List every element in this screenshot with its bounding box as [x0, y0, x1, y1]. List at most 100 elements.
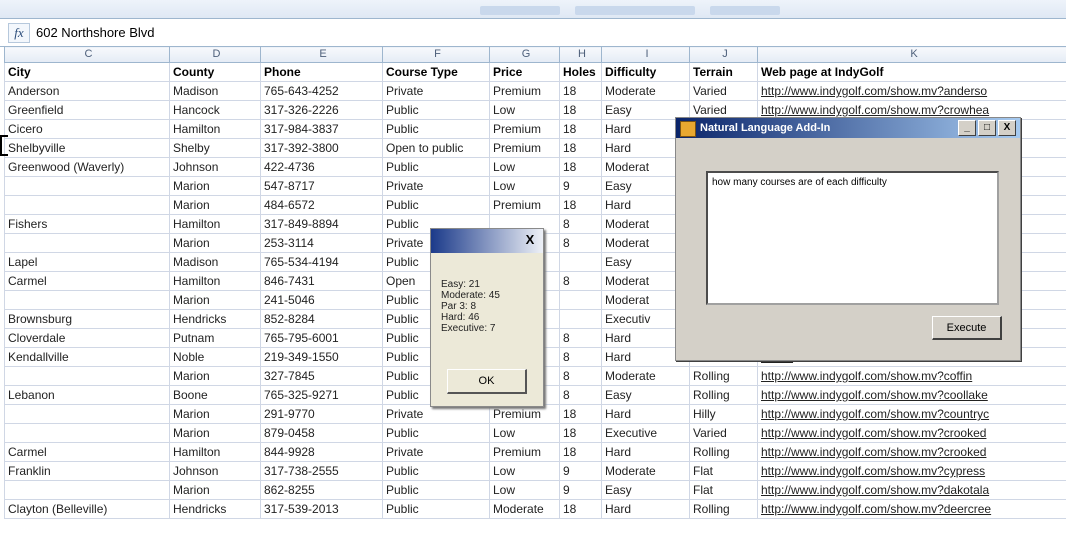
- table-cell[interactable]: [4, 423, 170, 443]
- web-link-cell[interactable]: http://www.indygolf.com/show.mv?countryc: [757, 404, 1066, 424]
- table-cell[interactable]: Easy: [601, 385, 690, 405]
- table-cell[interactable]: Public: [382, 195, 490, 215]
- table-cell[interactable]: 852-8284: [260, 309, 383, 329]
- table-cell[interactable]: Boone: [169, 385, 261, 405]
- table-cell[interactable]: Premium: [489, 442, 560, 462]
- column-header-h[interactable]: H: [559, 46, 602, 63]
- table-cell[interactable]: 422-4736: [260, 157, 383, 177]
- column-header-c[interactable]: C: [4, 46, 170, 63]
- table-cell[interactable]: Hamilton: [169, 214, 261, 234]
- header-cell[interactable]: City: [4, 62, 170, 82]
- web-link-cell[interactable]: http://www.indygolf.com/show.mv?deercree: [757, 499, 1066, 519]
- table-cell[interactable]: Hard: [601, 499, 690, 519]
- table-cell[interactable]: Cicero: [4, 119, 170, 139]
- table-cell[interactable]: Flat: [689, 461, 758, 481]
- column-header-i[interactable]: I: [601, 46, 690, 63]
- header-cell[interactable]: Web page at IndyGolf: [757, 62, 1066, 82]
- table-cell[interactable]: Shelbyville: [4, 138, 170, 158]
- table-cell[interactable]: 9: [559, 176, 602, 196]
- table-cell[interactable]: 18: [559, 442, 602, 462]
- table-cell[interactable]: [4, 290, 170, 310]
- table-cell[interactable]: Low: [489, 423, 560, 443]
- column-header-f[interactable]: F: [382, 46, 490, 63]
- execute-button[interactable]: Execute: [932, 316, 1002, 340]
- table-cell[interactable]: 765-795-6001: [260, 328, 383, 348]
- table-cell[interactable]: Marion: [169, 233, 261, 253]
- close-button[interactable]: X: [998, 120, 1016, 136]
- table-cell[interactable]: Private: [382, 176, 490, 196]
- column-header-j[interactable]: J: [689, 46, 758, 63]
- query-input[interactable]: [706, 171, 999, 305]
- table-cell[interactable]: 862-8255: [260, 480, 383, 500]
- table-cell[interactable]: [4, 404, 170, 424]
- table-cell[interactable]: Anderson: [4, 81, 170, 101]
- table-cell[interactable]: Moderate: [601, 366, 690, 386]
- table-cell[interactable]: Noble: [169, 347, 261, 367]
- table-cell[interactable]: Greenfield: [4, 100, 170, 120]
- table-cell[interactable]: Marion: [169, 176, 261, 196]
- table-cell[interactable]: Premium: [489, 195, 560, 215]
- table-cell[interactable]: Greenwood (Waverly): [4, 157, 170, 177]
- table-cell[interactable]: 879-0458: [260, 423, 383, 443]
- table-cell[interactable]: Marion: [169, 480, 261, 500]
- table-cell[interactable]: Low: [489, 480, 560, 500]
- web-link-cell[interactable]: http://www.indygolf.com/show.mv?crooked: [757, 423, 1066, 443]
- table-cell[interactable]: Low: [489, 461, 560, 481]
- table-cell[interactable]: 317-392-3800: [260, 138, 383, 158]
- table-cell[interactable]: Rolling: [689, 442, 758, 462]
- table-cell[interactable]: Private: [382, 404, 490, 424]
- table-cell[interactable]: Varied: [689, 423, 758, 443]
- column-header-k[interactable]: K: [757, 46, 1066, 63]
- table-cell[interactable]: 219-349-1550: [260, 347, 383, 367]
- web-link-cell[interactable]: http://www.indygolf.com/show.mv?anderso: [757, 81, 1066, 101]
- maximize-button[interactable]: □: [978, 120, 996, 136]
- table-cell[interactable]: Hilly: [689, 404, 758, 424]
- table-cell[interactable]: Private: [382, 81, 490, 101]
- table-cell[interactable]: [4, 176, 170, 196]
- table-cell[interactable]: Flat: [689, 480, 758, 500]
- table-cell[interactable]: Moderate: [489, 499, 560, 519]
- addin-titlebar[interactable]: Natural Language Add-In _ □ X: [676, 118, 1020, 138]
- table-cell[interactable]: Public: [382, 119, 490, 139]
- table-cell[interactable]: Hendricks: [169, 499, 261, 519]
- web-link-cell[interactable]: http://www.indygolf.com/show.mv?cypress: [757, 461, 1066, 481]
- header-cell[interactable]: County: [169, 62, 261, 82]
- column-header-g[interactable]: G: [489, 46, 560, 63]
- table-cell[interactable]: Shelby: [169, 138, 261, 158]
- table-cell[interactable]: 9: [559, 461, 602, 481]
- minimize-button[interactable]: _: [958, 120, 976, 136]
- table-cell[interactable]: 765-643-4252: [260, 81, 383, 101]
- table-cell[interactable]: [4, 195, 170, 215]
- table-cell[interactable]: Public: [382, 157, 490, 177]
- table-cell[interactable]: 484-6572: [260, 195, 383, 215]
- web-link-cell[interactable]: http://www.indygolf.com/show.mv?dakotala: [757, 480, 1066, 500]
- table-cell[interactable]: Rolling: [689, 499, 758, 519]
- table-cell[interactable]: 317-849-8894: [260, 214, 383, 234]
- table-cell[interactable]: Hendricks: [169, 309, 261, 329]
- table-cell[interactable]: 846-7431: [260, 271, 383, 291]
- table-cell[interactable]: Franklin: [4, 461, 170, 481]
- table-cell[interactable]: 8: [559, 233, 602, 253]
- table-cell[interactable]: Johnson: [169, 157, 261, 177]
- table-cell[interactable]: 18: [559, 119, 602, 139]
- table-cell[interactable]: 18: [559, 138, 602, 158]
- formula-value[interactable]: 602 Northshore Blvd: [36, 25, 155, 40]
- table-cell[interactable]: Premium: [489, 119, 560, 139]
- table-cell[interactable]: Public: [382, 461, 490, 481]
- table-cell[interactable]: [559, 252, 602, 272]
- table-cell[interactable]: Low: [489, 157, 560, 177]
- function-icon[interactable]: fx: [8, 23, 30, 43]
- table-cell[interactable]: Moderate: [601, 81, 690, 101]
- table-cell[interactable]: 8: [559, 214, 602, 234]
- table-cell[interactable]: Brownsburg: [4, 309, 170, 329]
- table-cell[interactable]: 8: [559, 366, 602, 386]
- table-cell[interactable]: 253-3114: [260, 233, 383, 253]
- table-cell[interactable]: Hard: [601, 442, 690, 462]
- table-cell[interactable]: 765-534-4194: [260, 252, 383, 272]
- column-header-d[interactable]: D: [169, 46, 261, 63]
- table-cell[interactable]: Moderate: [601, 461, 690, 481]
- table-cell[interactable]: Public: [382, 499, 490, 519]
- table-cell[interactable]: Premium: [489, 81, 560, 101]
- table-cell[interactable]: 8: [559, 385, 602, 405]
- table-cell[interactable]: [4, 366, 170, 386]
